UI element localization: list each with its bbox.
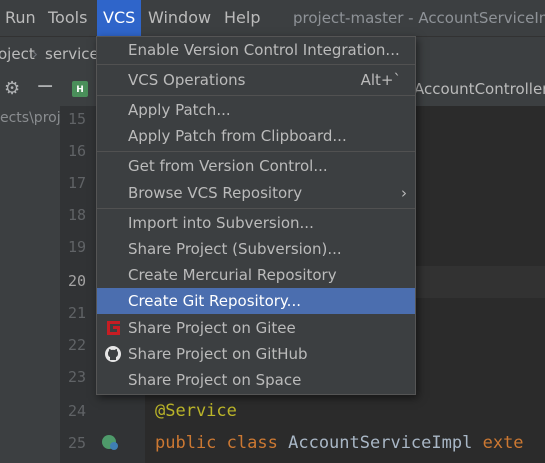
menu-item-label: Enable Version Control Integration... xyxy=(128,41,400,59)
main-menubar: Run Tools VCS Window Help project-master… xyxy=(0,0,545,36)
menu-item-create-mercurial[interactable]: Create Mercurial Repository xyxy=(97,262,415,288)
chevron-right-icon: › xyxy=(401,184,407,202)
breadcrumb-service[interactable]: service xyxy=(45,37,99,71)
menu-vcs[interactable]: VCS xyxy=(97,0,142,36)
tab-accountcontroller[interactable]: AccountController xyxy=(414,72,545,106)
minimize-icon[interactable]: − xyxy=(36,74,54,99)
keyword-public: public xyxy=(155,433,217,453)
gitee-icon xyxy=(107,321,120,335)
window-title: project-master - AccountServiceIm xyxy=(293,9,545,27)
menu-tools[interactable]: Tools xyxy=(42,0,93,36)
menu-item-label: VCS Operations xyxy=(128,71,246,89)
github-icon xyxy=(105,346,121,362)
menu-separator xyxy=(97,151,415,152)
menu-item-label: Create Git Repository... xyxy=(128,292,301,310)
line-number: 21 xyxy=(68,304,87,322)
menu-separator xyxy=(97,64,415,65)
line-number: 23 xyxy=(68,368,87,386)
menu-item-get-from-vcs[interactable]: Get from Version Control... xyxy=(97,153,415,179)
line-number: 15 xyxy=(68,110,87,128)
spring-bean-icon[interactable] xyxy=(100,433,120,451)
menu-item-enable-vcs[interactable]: Enable Version Control Integration... xyxy=(97,37,415,63)
menu-item-label: Get from Version Control... xyxy=(128,157,328,175)
keyword-extends: exte xyxy=(482,433,524,453)
menu-item-create-git[interactable]: Create Git Repository... xyxy=(97,288,415,314)
menu-item-label: Create Mercurial Repository xyxy=(128,266,337,284)
menu-item-share-subversion[interactable]: Share Project (Subversion)... xyxy=(97,236,415,262)
menu-item-import-subversion[interactable]: Import into Subversion... xyxy=(97,210,415,236)
menu-item-label: Share Project (Subversion)... xyxy=(128,240,342,258)
line-number: 19 xyxy=(68,238,87,256)
menu-item-share-gitee[interactable]: Share Project on Gitee xyxy=(97,315,415,341)
menu-item-label: Share Project on Gitee xyxy=(128,319,296,337)
menu-item-apply-patch-clipboard[interactable]: Apply Patch from Clipboard... xyxy=(97,123,415,149)
breadcrumb-project[interactable]: oject xyxy=(0,37,35,71)
menu-help[interactable]: Help xyxy=(218,0,266,36)
line-number: 17 xyxy=(68,174,87,192)
menu-item-label: Share Project on Space xyxy=(128,371,302,389)
line-number: 18 xyxy=(68,206,87,224)
menu-item-label: Apply Patch from Clipboard... xyxy=(128,127,347,145)
menu-separator xyxy=(97,95,415,96)
menu-separator xyxy=(97,208,415,209)
menu-run[interactable]: Run xyxy=(0,0,42,36)
menu-item-label: Import into Subversion... xyxy=(128,214,314,232)
menu-item-share-github[interactable]: Share Project on GitHub xyxy=(97,341,415,367)
class-name: AccountServiceImpl xyxy=(288,433,473,453)
shortcut-label: Alt+` xyxy=(360,71,401,89)
menu-item-label: Apply Patch... xyxy=(128,101,231,119)
line-number: 22 xyxy=(68,336,87,354)
project-panel: ects\proj xyxy=(0,106,61,463)
menu-item-browse-vcs[interactable]: Browse VCS Repository › xyxy=(97,180,415,206)
menu-item-share-space[interactable]: Share Project on Space xyxy=(97,367,415,393)
menu-item-vcs-operations[interactable]: VCS Operations Alt+` xyxy=(97,67,415,93)
project-path[interactable]: ects\proj xyxy=(0,110,61,126)
menu-window[interactable]: Window xyxy=(142,0,217,36)
vcs-dropdown-menu: Enable Version Control Integration... VC… xyxy=(96,36,416,395)
class-declaration: public class AccountServiceImpl exte xyxy=(155,433,524,453)
menu-item-apply-patch[interactable]: Apply Patch... xyxy=(97,97,415,123)
menu-item-label: Browse VCS Repository xyxy=(128,184,303,202)
line-number: 25 xyxy=(68,434,87,452)
line-number: 24 xyxy=(68,402,87,420)
html-file-icon: H xyxy=(72,81,88,97)
annotation-service: @Service xyxy=(155,401,237,421)
keyword-class: class xyxy=(226,433,278,453)
project-panel-header: ⚙ − xyxy=(0,72,60,107)
menu-item-label: Share Project on GitHub xyxy=(128,345,308,363)
breadcrumb-separator-icon: › xyxy=(32,45,38,63)
line-number-current: 20 xyxy=(68,272,87,290)
line-number: 16 xyxy=(68,142,87,160)
gear-icon[interactable]: ⚙ xyxy=(4,78,20,99)
